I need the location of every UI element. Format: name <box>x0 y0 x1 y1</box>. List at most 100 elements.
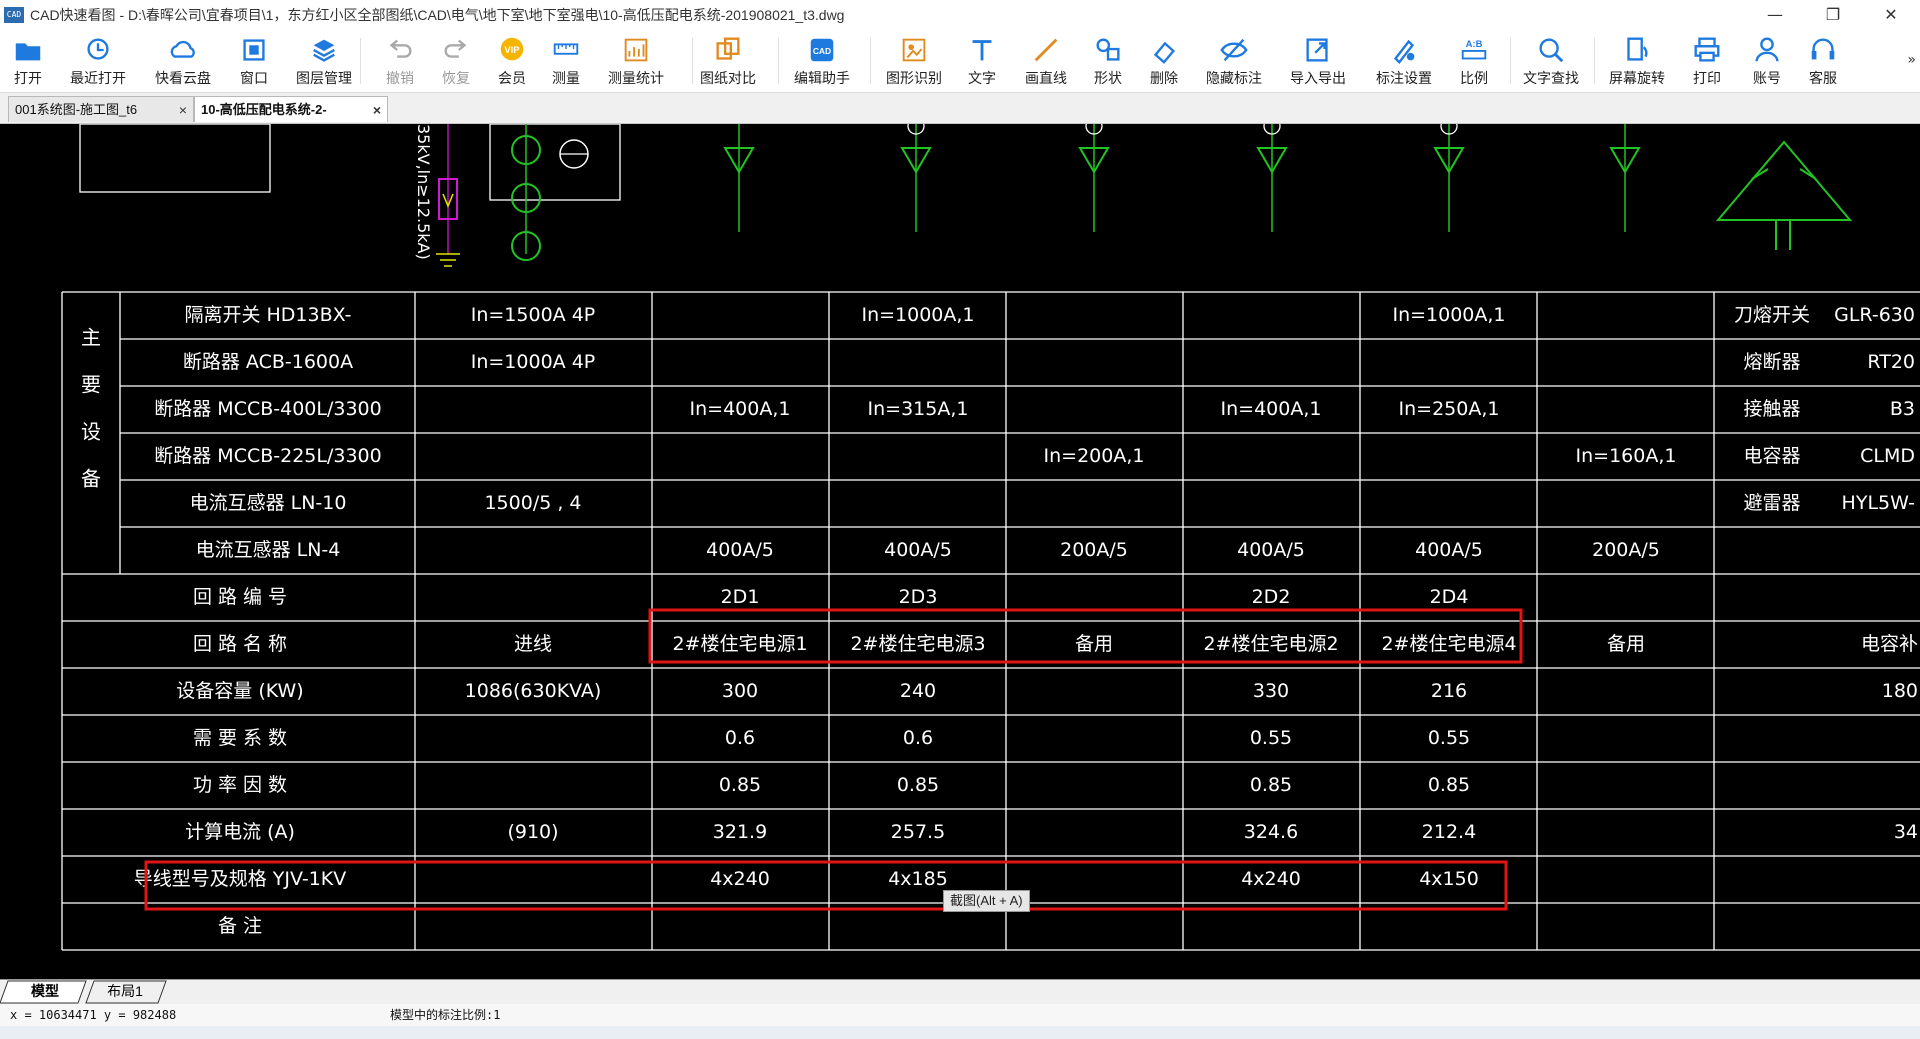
toolbar-button-shape-recognize[interactable]: 图形识别 <box>884 34 944 90</box>
toolbar-button-redo[interactable]: 恢复 <box>426 34 486 90</box>
toolbar-button-ruler[interactable]: 测量 <box>536 34 596 90</box>
toolbar-button-annotation-settings[interactable]: 标注设置 <box>1374 34 1434 90</box>
drawing-canvas[interactable]: 35kV,ln≥12.5kA) 主要设备 隔离开关 HD13BX- In=1500A … <box>0 124 1920 979</box>
equipment-row-label: 隔离开关 HD13BX- <box>184 304 351 326</box>
tab-label: 10-高低压配电系统-2- <box>201 102 327 117</box>
toolbar-button-text[interactable]: 文字 <box>952 34 1012 90</box>
info-row-label: 功 率 因 数 <box>193 774 287 796</box>
partial-capacity: 180 <box>1882 680 1918 702</box>
toolbar-button-label: 打开 <box>14 70 42 86</box>
restore-button[interactable]: ❐ <box>1804 0 1862 30</box>
equipment-row-label: 电流互感器 LN-4 <box>196 539 341 561</box>
info-cell-value: 进线 <box>514 633 552 655</box>
main-equipment-label: 备 <box>81 467 101 491</box>
info-cell-value: 321.9 <box>713 821 767 843</box>
toolbar-button-layers[interactable]: 图层管理 <box>294 34 354 90</box>
legend-label: 熔断器 <box>1743 351 1800 373</box>
toolbar-button-label: 画直线 <box>1025 70 1067 86</box>
info-row-label: 回 路 名 称 <box>193 633 287 655</box>
text-search-icon <box>1539 38 1564 63</box>
measure-stats-icon <box>624 38 648 62</box>
toolbar-separator <box>360 38 361 84</box>
toolbar-button-headset[interactable]: 客服 <box>1793 34 1853 90</box>
meter-panel-outline <box>489 124 621 201</box>
layout-tab-model[interactable]: 模型 <box>10 980 80 1002</box>
toolbar-button-undo[interactable]: 撤销 <box>370 34 430 90</box>
svg-text:CAD: CAD <box>813 46 831 56</box>
tab-system-drawing[interactable]: 001系统图-施工图_t6 × <box>8 96 194 122</box>
toolbar-button-measure-stats[interactable]: 测量统计 <box>606 34 666 90</box>
equipment-cell-value: 200A/5 <box>1060 539 1128 561</box>
toolbar-button-user[interactable]: 账号 <box>1737 34 1797 90</box>
tab-close-icon[interactable]: × <box>179 97 187 122</box>
info-cell-value: 备用 <box>1075 633 1113 655</box>
cursor-coordinates: x = 10634471 y = 982488 <box>10 1008 177 1022</box>
toolbar-button-label: 隐藏标注 <box>1206 70 1262 86</box>
toolbar-button-vip[interactable]: VIP 会员 <box>482 34 542 90</box>
info-row-label: 设备容量 (KW) <box>176 680 303 702</box>
panel-outline <box>79 124 271 193</box>
toolbar-button-label: 图纸对比 <box>700 70 756 86</box>
screenshot-tooltip: 截图(Alt + A) <box>943 890 1030 912</box>
layout-tab-layout1[interactable]: 布局1 <box>90 980 160 1002</box>
info-cell-value: 0.55 <box>1250 727 1292 749</box>
toolbar-button-history[interactable]: 最近打开 <box>68 34 128 90</box>
toolbar-button-eraser[interactable]: 删除 <box>1134 34 1194 90</box>
equipment-row-label: 断路器 ACB-1600A <box>183 351 353 373</box>
toolbar-button-cloud[interactable]: 快看云盘 <box>153 34 213 90</box>
equipment-cell-value: 400A/5 <box>1237 539 1305 561</box>
cad-drawing: 35kV,ln≥12.5kA) 主要设备 隔离开关 HD13BX- In=1500A … <box>61 124 1920 951</box>
toolbar-button-printer[interactable]: 打印 <box>1677 34 1737 90</box>
tab-close-icon[interactable]: × <box>373 97 381 122</box>
svg-text:A:B: A:B <box>1466 38 1483 49</box>
toolbar-button-label: 文字 <box>968 70 996 86</box>
info-cell-value: 2#楼住宅电源1 <box>672 633 807 655</box>
toolbar-button-scale[interactable]: A:B 比例 <box>1444 34 1504 90</box>
info-cell-value: 备用 <box>1607 633 1645 655</box>
info-cell-value: 2#楼住宅电源4 <box>1381 633 1516 655</box>
shape-recognize-icon <box>902 38 926 62</box>
toolbar-button-window[interactable]: 窗口 <box>224 34 284 90</box>
info-row-label: 回 路 编 号 <box>193 586 287 608</box>
info-cell-value: 212.4 <box>1422 821 1476 843</box>
toolbar-button-label: 会员 <box>498 70 526 86</box>
highlight-cable-specs <box>144 860 1508 911</box>
equipment-cell-value: In=1500A 4P <box>471 304 596 326</box>
legend-label: 接触器 <box>1743 398 1800 420</box>
vip-icon: VIP <box>500 37 524 61</box>
toolbar-button-shapes[interactable]: 形状 <box>1078 34 1138 90</box>
legend-label: 电容器 <box>1743 445 1800 467</box>
legend-label: 避雷器 <box>1743 492 1800 514</box>
toolbar-button-label: 打印 <box>1693 70 1721 86</box>
info-cell-value: 2D4 <box>1430 586 1469 608</box>
status-bar: x = 10634471 y = 982488 模型中的标注比例:1 <box>0 1004 1920 1026</box>
toolbar-button-folder-open[interactable]: 打开 <box>0 34 58 90</box>
toolbar-button-hide-annotation[interactable]: 隐藏标注 <box>1204 34 1264 90</box>
toolbar-button-rotate-screen[interactable]: 屏幕旋转 <box>1607 34 1667 90</box>
toolbar-button-line[interactable]: 画直线 <box>1016 34 1076 90</box>
close-window-button[interactable]: ✕ <box>1862 0 1920 30</box>
equipment-row-label: 断路器 MCCB-400L/3300 <box>154 398 381 420</box>
toolbar-overflow-button[interactable]: » <box>1907 52 1916 68</box>
window-title: CAD快速看图 - D:\春晖公司\宜春项目\1，东方红小区全部图纸\CAD\电… <box>30 7 845 23</box>
toolbar-button-compare[interactable]: 图纸对比 <box>698 34 758 90</box>
window-icon <box>243 39 265 61</box>
info-cell-value: 324.6 <box>1244 821 1298 843</box>
toolbar-button-text-search[interactable]: 文字查找 <box>1521 34 1581 90</box>
rotate-screen-icon <box>1627 37 1648 61</box>
main-toolbar: » 打开 最近打开 快看云盘 窗口 图层管理 撤销 恢复 VIP 会员 测量 测量统计 图纸对比 CAD… <box>0 30 1920 93</box>
cad-edit-icon: CAD <box>810 38 834 62</box>
tab-hv-lv-distribution[interactable]: 10-高低压配电系统-2- × <box>194 96 388 122</box>
toolbar-button-cad-edit[interactable]: CAD 编辑助手 <box>792 34 852 90</box>
annotation-settings-icon <box>1393 39 1415 65</box>
info-cell-value: 4x150 <box>1419 868 1479 890</box>
toolbar-button-import-export[interactable]: 导入导出 <box>1288 34 1348 90</box>
main-equipment-label: 主 <box>81 326 101 350</box>
equipment-cell-value: 400A/5 <box>1415 539 1483 561</box>
svg-text:VIP: VIP <box>504 44 519 55</box>
minimize-button[interactable]: — <box>1746 0 1804 30</box>
legend-label: 刀熔开关 <box>1734 304 1810 326</box>
document-tab-bar: 001系统图-施工图_t6 × 10-高低压配电系统-2- × <box>0 93 1920 124</box>
toolbar-button-label: 账号 <box>1753 70 1781 86</box>
info-cell-value: 240 <box>900 680 936 702</box>
